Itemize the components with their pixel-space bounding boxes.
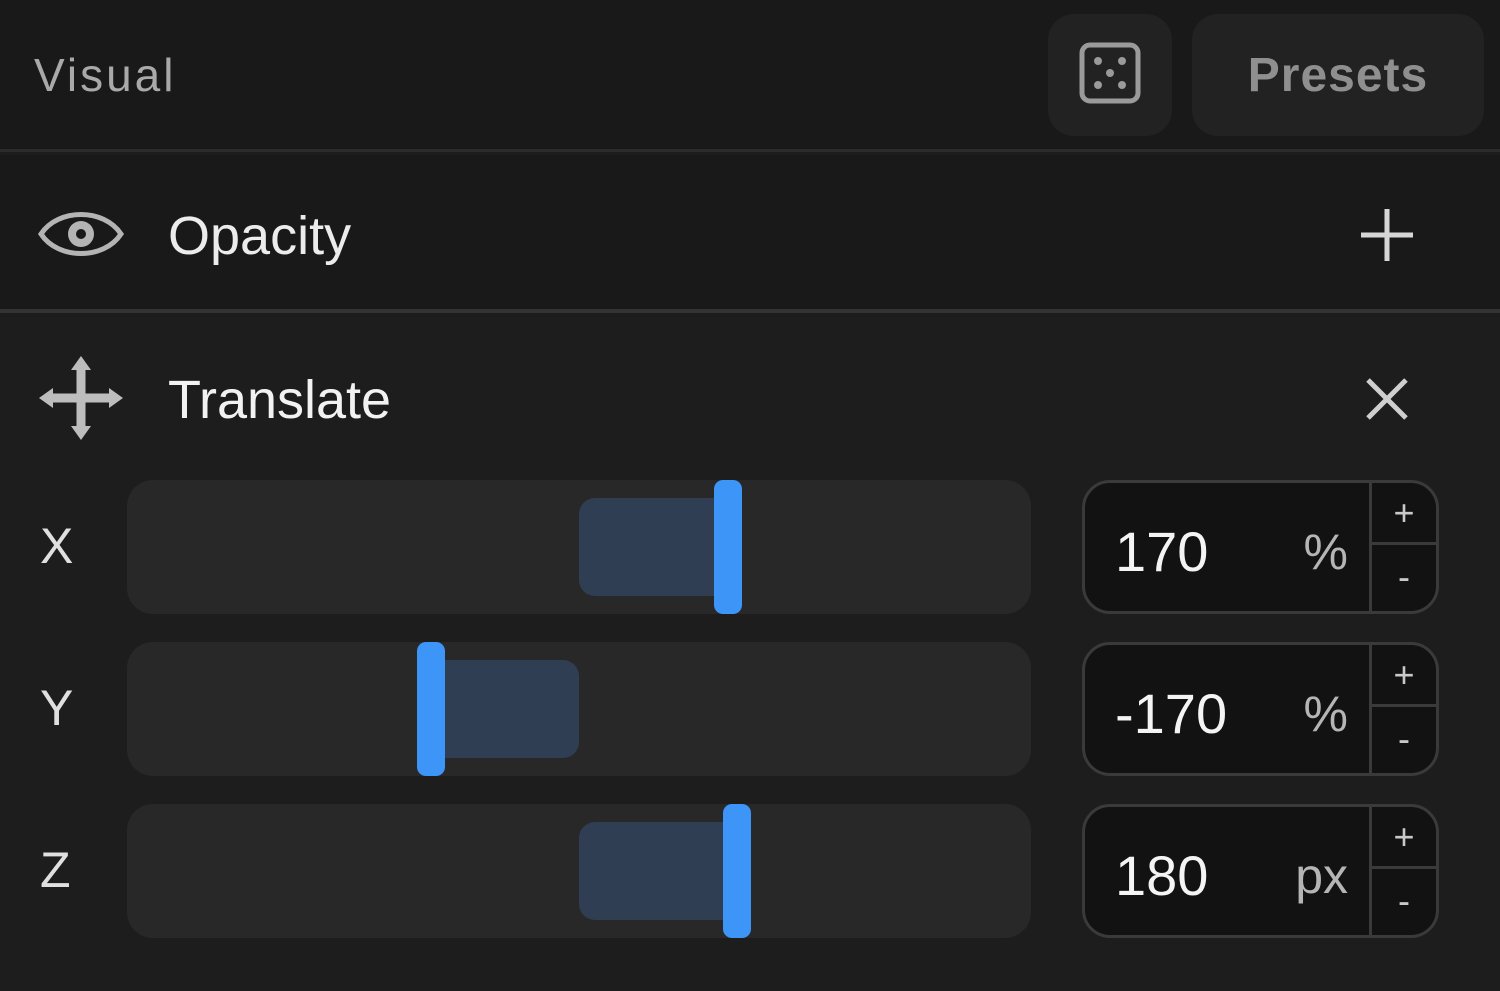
translate-z-unit: px	[1295, 848, 1348, 904]
visual-panel-header: Visual Presets	[0, 0, 1500, 152]
eye-icon	[38, 191, 124, 277]
translate-y-stepper: + -	[1369, 645, 1436, 773]
increment-button[interactable]: +	[1372, 645, 1436, 707]
axis-label-z: Z	[40, 842, 71, 898]
translate-z-stepper: + -	[1369, 807, 1436, 935]
translate-label: Translate	[168, 370, 392, 430]
translate-y-input[interactable]: -170 % + -	[1082, 642, 1439, 776]
randomize-button[interactable]	[1048, 14, 1172, 136]
translate-x-stepper: + -	[1369, 483, 1436, 611]
translate-y-value[interactable]: -170	[1115, 681, 1227, 746]
translate-x-input[interactable]: 170 % + -	[1082, 480, 1439, 614]
slider-handle[interactable]	[714, 480, 742, 614]
axis-label-x: X	[40, 518, 74, 574]
slider-handle[interactable]	[723, 804, 751, 938]
increment-button[interactable]: +	[1372, 483, 1436, 545]
translate-section: Translate X 170 % + - Y -170 % + - Z 180…	[0, 317, 1500, 991]
translate-z-value[interactable]: 180	[1115, 843, 1208, 908]
opacity-row[interactable]: Opacity	[0, 155, 1500, 313]
translate-x-slider[interactable]	[127, 480, 1031, 614]
panel-title: Visual	[34, 49, 177, 101]
plus-icon[interactable]	[1355, 203, 1419, 267]
axis-label-y: Y	[40, 680, 74, 736]
slider-fill	[427, 660, 579, 758]
translate-z-input[interactable]: 180 px + -	[1082, 804, 1439, 938]
slider-handle[interactable]	[417, 642, 445, 776]
decrement-button[interactable]: -	[1372, 869, 1436, 933]
move-arrows-icon	[38, 355, 124, 441]
translate-z-slider[interactable]	[127, 804, 1031, 938]
decrement-button[interactable]: -	[1372, 707, 1436, 771]
translate-x-value[interactable]: 170	[1115, 519, 1208, 584]
translate-y-unit: %	[1303, 686, 1348, 742]
dice-icon	[1078, 41, 1142, 110]
decrement-button[interactable]: -	[1372, 545, 1436, 609]
presets-button[interactable]: Presets	[1192, 14, 1484, 136]
translate-x-unit: %	[1303, 524, 1348, 580]
close-icon[interactable]	[1355, 367, 1419, 431]
translate-y-slider[interactable]	[127, 642, 1031, 776]
increment-button[interactable]: +	[1372, 807, 1436, 869]
opacity-label: Opacity	[168, 206, 352, 266]
